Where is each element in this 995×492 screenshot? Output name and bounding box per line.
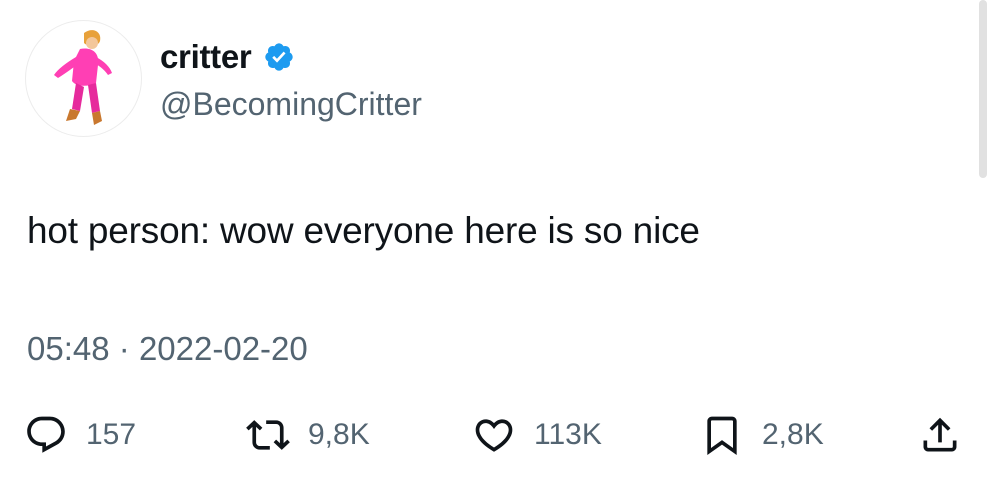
- avatar[interactable]: [25, 20, 142, 137]
- reply-count: 157: [86, 418, 137, 451]
- like-count: 113K: [534, 418, 602, 451]
- retweet-button[interactable]: 9,8K: [246, 405, 370, 465]
- tweet-actions: 157 9,8K 113K 2,8K: [0, 405, 995, 465]
- reply-button[interactable]: 157: [24, 405, 136, 465]
- author-name-row: critter: [160, 35, 295, 79]
- retweet-count: 9,8K: [308, 418, 370, 451]
- like-button[interactable]: 113K: [472, 405, 602, 465]
- retweet-icon: [246, 420, 290, 450]
- tweet-timestamp[interactable]: 05:48 · 2022-02-20: [27, 330, 308, 368]
- bookmark-button[interactable]: 2,8K: [700, 405, 824, 465]
- reply-icon: [27, 416, 65, 453]
- bookmark-count: 2,8K: [762, 418, 824, 451]
- share-icon: [923, 417, 957, 452]
- author-handle[interactable]: @BecomingCritter: [160, 86, 422, 123]
- scrollbar[interactable]: [979, 0, 987, 178]
- verified-badge-icon: [263, 41, 295, 73]
- tweet-time: 05:48: [27, 330, 110, 367]
- author-display-name[interactable]: critter: [160, 38, 252, 76]
- tweet-text: hot person: wow everyone here is so nice: [27, 210, 700, 251]
- bookmark-icon: [707, 416, 737, 456]
- heart-icon: [475, 419, 513, 452]
- share-button[interactable]: [918, 405, 962, 465]
- timestamp-separator: ·: [118, 330, 130, 367]
- avatar-illustration: [54, 30, 112, 125]
- tweet-date: 2022-02-20: [138, 330, 308, 367]
